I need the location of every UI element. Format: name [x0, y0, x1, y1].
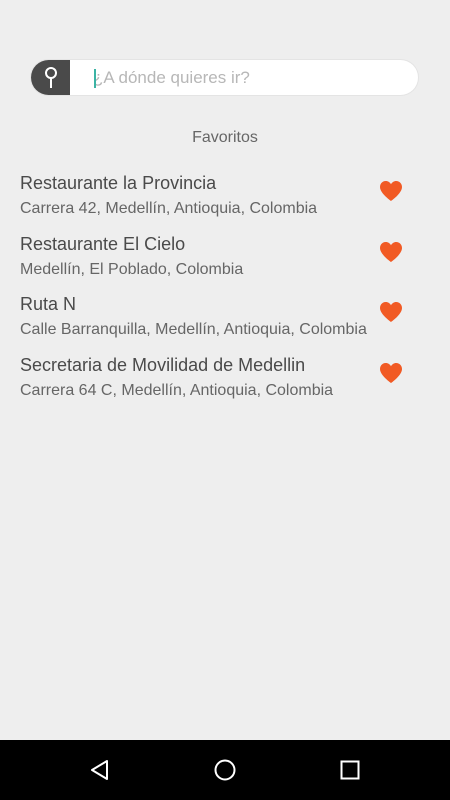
favorite-name: Restaurante El Cielo [20, 233, 186, 254]
favorites-list: Restaurante la Provincia Carrera 42, Med… [20, 170, 430, 412]
app-screen: Favoritos Restaurante la Provincia Carre… [0, 0, 450, 800]
favorite-name: Ruta N [20, 294, 77, 314]
heart-icon[interactable] [379, 301, 403, 323]
map-pin-icon[interactable] [31, 60, 70, 95]
heart-icon[interactable] [379, 362, 403, 384]
text-caret [94, 69, 96, 88]
system-navigation-bar [0, 740, 450, 800]
search-bar[interactable] [31, 60, 418, 95]
back-triangle-icon[interactable] [88, 758, 112, 782]
heart-icon[interactable] [379, 241, 403, 263]
favorite-item[interactable]: Restaurante El Cielo Medellín, El Poblad… [20, 231, 430, 292]
recent-apps-square-icon[interactable] [338, 758, 362, 782]
favorite-address: Medellín, El Poblado, Colombia [20, 260, 244, 278]
favorite-item[interactable]: Restaurante la Provincia Carrera 42, Med… [20, 170, 430, 231]
favorite-name: Restaurante la Provincia [20, 173, 217, 193]
favorite-address: Calle Barranquilla, Medellín, Antioquia,… [20, 321, 367, 338]
favorite-name: Secretaria de Movilidad de Medellin [20, 354, 306, 375]
favorite-item[interactable]: Secretaria de Movilidad de Medellin Carr… [20, 352, 430, 413]
search-input[interactable] [93, 67, 418, 88]
favorites-heading: Favoritos [192, 129, 258, 146]
home-circle-icon[interactable] [213, 758, 237, 782]
favorite-address: Carrera 64 C, Medellín, Antioquia, Colom… [20, 381, 334, 399]
heart-icon[interactable] [379, 180, 403, 202]
favorite-address: Carrera 42, Medellín, Antioquia, Colombi… [20, 200, 318, 217]
search-input-wrapper[interactable] [70, 60, 418, 95]
favorite-item[interactable]: Ruta N Calle Barranquilla, Medellín, Ant… [20, 291, 430, 352]
